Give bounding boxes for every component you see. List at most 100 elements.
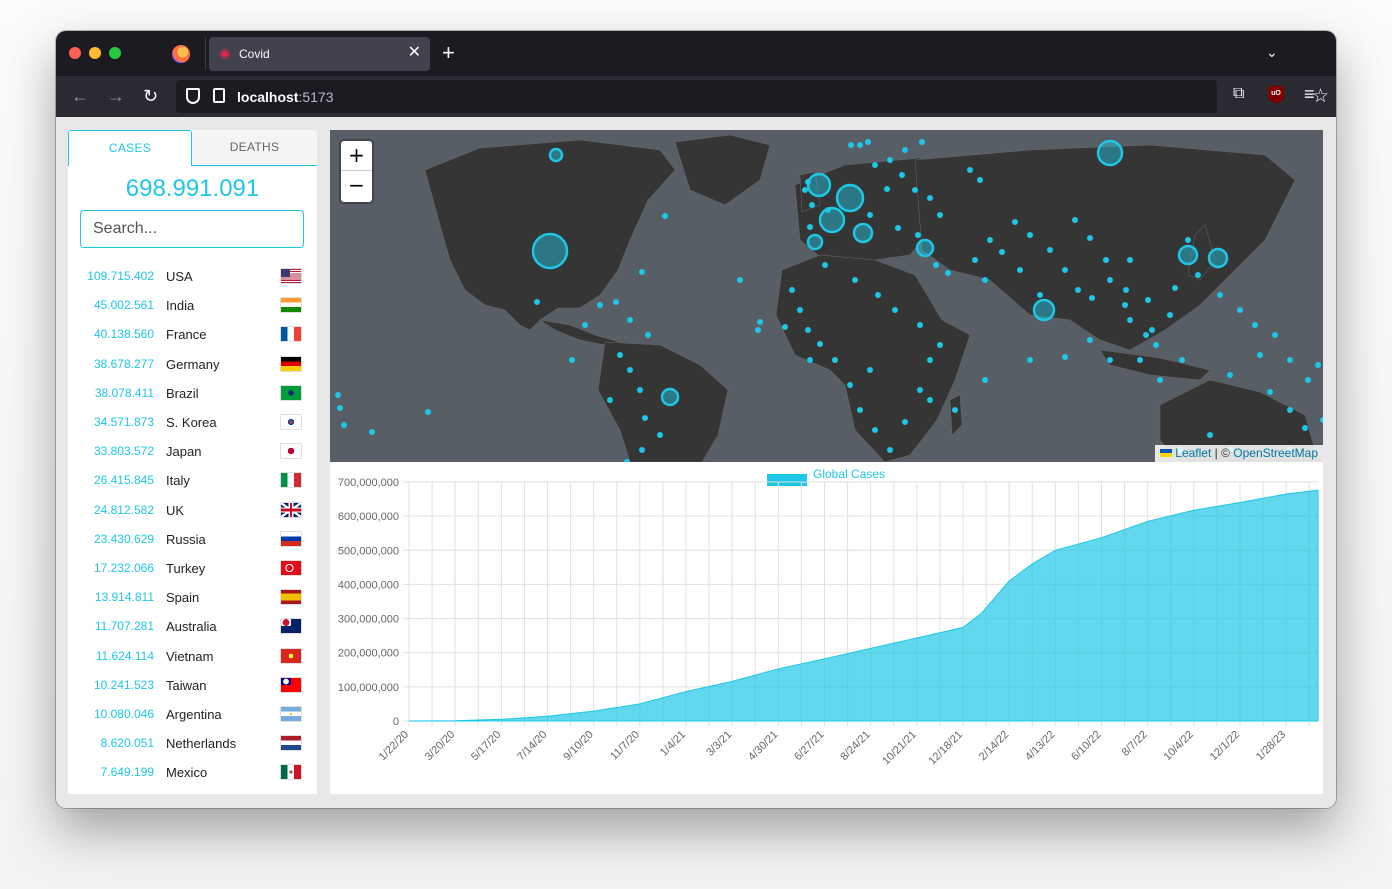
zoom-window-button[interactable] — [109, 47, 121, 59]
case-marker — [822, 262, 828, 268]
country-name: India — [166, 298, 195, 314]
case-marker — [1287, 407, 1293, 413]
country-row[interactable]: 45.002.561 India — [68, 291, 317, 320]
country-row[interactable]: 33.803.572 Japan — [68, 437, 317, 466]
country-row[interactable]: 26.415.845 Italy — [68, 466, 317, 495]
case-bubble — [1096, 139, 1124, 167]
case-marker — [817, 341, 823, 347]
url-text[interactable]: localhost:5173 — [237, 89, 334, 105]
minimize-window-button[interactable] — [89, 47, 101, 59]
case-marker — [757, 319, 763, 325]
firefox-view-icon[interactable] — [172, 45, 190, 63]
case-marker — [912, 187, 918, 193]
zoom-in-button[interactable]: + — [341, 141, 372, 171]
country-row[interactable]: 109.715.402 USA — [68, 262, 317, 291]
country-row[interactable]: 10.241.523 Taiwan — [68, 671, 317, 700]
forward-button[interactable]: → — [107, 85, 125, 107]
page-icon[interactable] — [213, 88, 225, 103]
extensions-icon[interactable]: ⧉ — [1233, 84, 1244, 104]
tab-deaths[interactable]: DEATHS — [192, 130, 317, 166]
new-tab-button[interactable]: + — [442, 41, 455, 65]
ublock-origin-icon[interactable]: uO — [1268, 86, 1284, 103]
x-tick-label: 12/18/21 — [926, 729, 965, 768]
x-tick-label: 2/14/22 — [977, 729, 1011, 763]
url-port: :5173 — [298, 89, 334, 105]
openstreetmap-link[interactable]: OpenStreetMap — [1233, 446, 1318, 460]
case-marker — [1237, 307, 1243, 313]
country-row[interactable]: 24.812.582 UK — [68, 496, 317, 525]
case-marker — [657, 432, 663, 438]
madagascar-landmass — [949, 394, 963, 436]
country-cases: 109.715.402 — [87, 269, 154, 283]
case-marker — [1062, 267, 1068, 273]
country-cases: 11.624.114 — [95, 648, 154, 663]
url-bar[interactable]: localhost:5173 ☆ — [176, 80, 1329, 113]
close-tab-icon[interactable]: ✕ — [408, 44, 421, 62]
case-marker — [867, 367, 873, 373]
country-row[interactable]: 13.914.811 Spain — [68, 583, 317, 612]
country-cases: 45.002.561 — [93, 298, 154, 313]
leaflet-link[interactable]: Leaflet — [1175, 446, 1211, 460]
flag-ru-icon — [281, 531, 301, 546]
back-button[interactable]: ← — [71, 85, 89, 107]
country-row[interactable]: 34.571.873 S. Korea — [68, 408, 317, 437]
flag-vn-icon — [281, 648, 301, 663]
tab-title: Covid — [239, 47, 270, 61]
close-window-button[interactable] — [69, 47, 81, 59]
case-marker — [1149, 327, 1155, 333]
flag-gb-icon — [281, 502, 301, 517]
country-row[interactable]: 8.620.051 Netherlands — [68, 729, 317, 758]
country-cases: 23.430.629 — [93, 531, 154, 546]
country-row[interactable]: 10.080.046 Argentina — [68, 700, 317, 729]
country-row[interactable]: 38.678.277 Germany — [68, 350, 317, 379]
zoom-out-button[interactable]: − — [341, 171, 372, 201]
flag-it-icon — [281, 473, 301, 488]
flag-tw-icon — [281, 677, 301, 692]
country-name: USA — [166, 269, 193, 284]
country-name: Germany — [166, 356, 220, 372]
shield-icon[interactable] — [186, 88, 200, 104]
country-row[interactable]: 23.430.629 Russia — [68, 525, 317, 554]
case-marker — [617, 352, 623, 358]
case-marker — [1145, 297, 1151, 303]
country-cases: 34.571.873 — [93, 415, 154, 429]
case-marker — [1103, 257, 1109, 263]
country-name: Mexico — [166, 765, 208, 781]
chevron-down-icon[interactable]: ⌄ — [1266, 43, 1278, 61]
country-row[interactable]: 38.078.411 Brazil — [68, 379, 317, 408]
case-marker — [789, 287, 795, 293]
case-marker — [755, 327, 761, 333]
country-row[interactable]: 17.232.066 Turkey — [68, 554, 317, 583]
case-marker — [1195, 272, 1201, 278]
world-map[interactable]: + − Leaflet | © OpenStreetMap — [330, 130, 1323, 462]
country-row[interactable]: 11.624.114 Vietnam — [68, 642, 317, 671]
hamburger-menu-icon[interactable]: ≡ — [1304, 84, 1315, 104]
bookmark-star-icon[interactable]: ☆ — [1312, 87, 1329, 107]
map-layer[interactable] — [330, 130, 1323, 462]
tab-cases[interactable]: CASES — [68, 130, 192, 166]
tab-covid[interactable]: ✺ Covid ✕ — [209, 37, 430, 71]
reload-button[interactable]: ↻ — [143, 85, 158, 107]
case-bubble — [818, 206, 846, 234]
global-cases-chart: Global Cases 0 100,000,000 200,000,000 300,0… — [330, 462, 1323, 794]
case-marker — [902, 147, 908, 153]
desktop-background: ✺ Covid ✕ + ⌄ ← → ↻ localhost:5173 ☆ ⧉ u… — [0, 0, 1392, 889]
us-canton — [281, 269, 290, 277]
tab-separator — [205, 37, 206, 70]
case-marker — [645, 332, 651, 338]
search-input[interactable] — [80, 210, 304, 248]
x-tick-label: 10/4/22 — [1162, 729, 1196, 763]
case-marker — [642, 415, 648, 421]
country-row[interactable]: 7.649.199 Mexico — [68, 758, 317, 787]
navigation-bar: ← → ↻ localhost:5173 ☆ ⧉ uO ≡ — [56, 76, 1336, 117]
case-marker — [1320, 417, 1323, 423]
country-row[interactable]: 40.138.560 France — [68, 320, 317, 349]
country-row[interactable]: 11.707.281 Australia — [68, 612, 317, 641]
country-cases: 11.707.281 — [94, 619, 154, 634]
case-marker — [1087, 337, 1093, 343]
case-marker — [884, 186, 890, 192]
case-marker — [927, 397, 933, 403]
ukraine-flag-icon — [1160, 449, 1173, 457]
case-bubble — [660, 387, 680, 407]
flag-fr-icon — [281, 327, 301, 342]
